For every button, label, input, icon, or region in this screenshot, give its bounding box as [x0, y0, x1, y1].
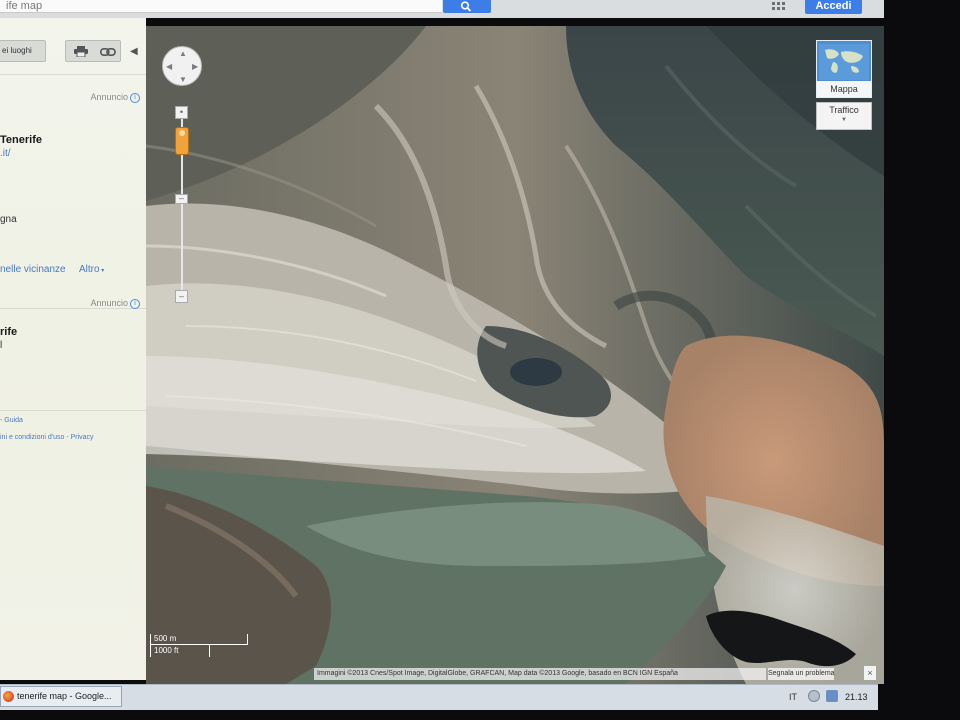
ad-title[interactable]: Tenerife	[0, 134, 42, 146]
scale-metric: 500 m	[150, 634, 248, 645]
panel-toolbar: ei luoghi ◀	[0, 40, 146, 66]
language-indicator[interactable]: IT	[789, 692, 797, 702]
globe-map-icon	[819, 44, 869, 80]
info-icon[interactable]: i	[130, 92, 140, 103]
ad-text: l	[0, 340, 3, 351]
pan-control-icon[interactable]: ▲ ▼ ◀ ▶	[162, 46, 202, 86]
report-problem-link[interactable]: Segnala un problema	[768, 668, 835, 680]
search-nearby-button[interactable]: ei luoghi	[0, 40, 46, 62]
info-icon[interactable]: i	[130, 298, 140, 309]
map-type-label: Mappa	[817, 81, 871, 97]
chevron-down-icon: ▾	[99, 268, 105, 274]
ad-title[interactable]: rife	[0, 326, 17, 338]
scale-bar: 500 m 1000 ft	[150, 634, 250, 660]
link-icon[interactable]	[100, 48, 116, 56]
satellite-map[interactable]: ▲ ▼ ◀ ▶ • – – Mappa Traffico ▼ 500 m 100…	[146, 26, 884, 684]
help-link[interactable]: - Guida	[0, 417, 23, 424]
ad-label: Annuncio i	[90, 92, 140, 103]
zoom-out-button[interactable]: –	[175, 290, 188, 303]
tool-button-group	[65, 40, 121, 62]
sign-in-button[interactable]: Accedi	[805, 0, 862, 14]
divider	[0, 74, 146, 75]
search-input[interactable]: ife map	[0, 0, 442, 13]
terms-privacy-link[interactable]: ini e condizioni d'uso - Privacy	[0, 434, 94, 441]
divider	[0, 410, 146, 411]
satellite-imagery	[146, 26, 884, 684]
apps-grid-icon[interactable]	[772, 2, 788, 12]
map-attribution: Immagini ©2013 Cnes/Spot Image, DigitalG…	[314, 668, 766, 680]
ad-label: Annuncio i	[90, 298, 140, 309]
pegman-icon[interactable]	[175, 127, 189, 155]
network-icon[interactable]	[808, 690, 820, 702]
top-bar: ife map Accedi	[0, 0, 886, 18]
ad-url[interactable]: .it/	[0, 148, 11, 159]
volume-icon[interactable]	[826, 690, 838, 702]
zoom-slider-handle[interactable]: –	[175, 194, 188, 204]
taskbar: tenerife map - Google... IT 21.13	[0, 684, 878, 711]
taskbar-window-item[interactable]: tenerife map - Google...	[0, 686, 122, 707]
ad-text: gna	[0, 214, 17, 225]
clock[interactable]: 21.13	[845, 692, 868, 702]
screen-bezel	[884, 0, 960, 720]
print-icon[interactable]	[74, 46, 88, 57]
chevron-left-icon[interactable]: ◀	[130, 46, 138, 57]
firefox-icon	[3, 691, 14, 702]
chevron-down-icon: ▼	[841, 117, 847, 123]
search-icon	[460, 1, 472, 12]
left-panel: ei luoghi ◀ Annuncio i Tenerife .it/ gna …	[0, 18, 146, 680]
search-button[interactable]	[443, 0, 491, 13]
more-dropdown[interactable]: Altro ▾	[79, 264, 104, 275]
close-icon[interactable]: ×	[864, 666, 876, 680]
traffic-button[interactable]: Traffico ▼	[816, 102, 872, 130]
search-nearby-link[interactable]: nelle vicinanze	[0, 264, 66, 275]
map-type-button[interactable]: Mappa	[816, 40, 872, 98]
scale-imperial: 1000 ft	[150, 645, 210, 657]
zoom-reset-button[interactable]: •	[175, 106, 188, 119]
screen-bezel-bottom	[0, 710, 960, 720]
